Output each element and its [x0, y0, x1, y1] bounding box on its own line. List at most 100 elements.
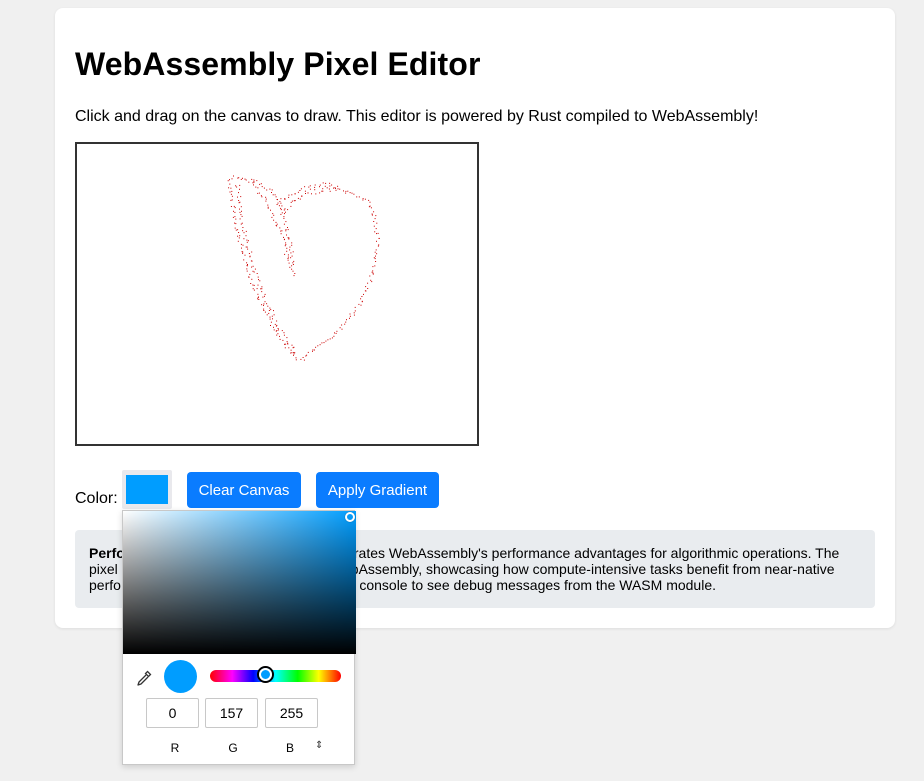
drawn-pixel [302, 357, 304, 358]
drawn-pixel [334, 187, 336, 189]
drawn-pixel [377, 232, 379, 234]
drawn-pixel [299, 198, 301, 200]
drawn-pixel [279, 335, 280, 337]
drawn-pixel [347, 190, 349, 192]
drawn-pixel [247, 248, 249, 250]
drawn-pixel [356, 196, 358, 198]
green-input[interactable]: 157 [205, 698, 258, 728]
drawing-canvas[interactable] [75, 142, 479, 446]
drawn-pixel [250, 283, 252, 284]
drawn-pixel [284, 208, 286, 210]
saturation-area[interactable] [123, 511, 356, 654]
drawn-pixel [237, 229, 239, 231]
drawn-pixel [265, 200, 267, 202]
drawn-pixel [329, 190, 331, 192]
drawn-pixel [293, 346, 295, 348]
drawn-pixel [297, 197, 299, 199]
drawn-pixel [307, 192, 309, 194]
apply-gradient-button[interactable]: Apply Gradient [316, 472, 439, 508]
drawn-pixel [284, 238, 285, 240]
drawn-pixel [269, 307, 271, 309]
eyedropper-icon[interactable] [135, 669, 153, 687]
drawn-pixel [361, 301, 363, 303]
drawn-pixel [373, 225, 375, 227]
drawn-pixel [322, 182, 324, 184]
drawn-pixel [353, 193, 355, 195]
drawn-pixel [277, 202, 279, 204]
drawn-pixel [257, 298, 259, 300]
drawn-pixel [256, 273, 258, 274]
drawn-pixel [372, 273, 374, 275]
drawn-pixel [278, 329, 279, 331]
drawn-pixel [248, 181, 250, 183]
drawn-pixel [349, 315, 351, 317]
red-input[interactable]: 0 [146, 698, 199, 728]
drawn-pixel [293, 353, 295, 355]
drawn-pixel [230, 193, 232, 195]
drawn-pixel [374, 218, 376, 220]
drawn-pixel [242, 227, 244, 228]
drawn-pixel [360, 304, 362, 306]
hue-slider[interactable] [210, 670, 341, 682]
drawn-pixel [263, 304, 264, 306]
drawn-pixel [263, 187, 265, 189]
drawn-pixel [278, 205, 280, 207]
drawn-pixel [261, 286, 263, 288]
color-mode-toggle[interactable]: ⇕ [315, 740, 323, 751]
drawn-pixel [273, 219, 275, 221]
drawn-pixel [337, 185, 339, 187]
drawn-pixel [263, 310, 265, 311]
drawn-pixel [275, 221, 277, 223]
clear-canvas-button[interactable]: Clear Canvas [187, 472, 301, 508]
drawn-pixel [281, 205, 283, 207]
drawn-pixel [260, 183, 262, 185]
drawn-pixel [262, 296, 264, 298]
drawn-pixel [252, 288, 254, 290]
drawn-pixel [270, 309, 272, 311]
drawn-pixel [247, 264, 248, 265]
drawn-pixel [288, 262, 290, 264]
drawn-pixel [289, 246, 291, 248]
drawn-pixel [238, 177, 240, 179]
saturation-handle[interactable] [345, 512, 355, 522]
drawn-pixel [365, 286, 367, 288]
drawn-pixel [280, 202, 282, 204]
drawn-pixel [290, 205, 292, 207]
drawn-pixel [233, 175, 234, 177]
drawn-pixel [353, 314, 355, 316]
drawn-pixel [328, 188, 330, 190]
drawn-pixel [287, 259, 289, 261]
drawn-pixel [294, 273, 296, 274]
drawn-pixel [291, 265, 293, 267]
drawn-pixel [275, 196, 277, 198]
drawn-pixel [277, 333, 279, 335]
drawn-pixel [315, 193, 317, 195]
drawn-pixel [285, 244, 287, 246]
drawn-pixel [284, 245, 286, 247]
drawn-pixel [286, 234, 287, 236]
drawn-pixel [272, 194, 274, 196]
drawn-pixel [325, 182, 327, 184]
drawn-pixel [257, 192, 259, 194]
drawn-pixel [345, 190, 347, 192]
drawn-pixel [240, 243, 242, 245]
hue-handle[interactable] [257, 666, 274, 683]
drawn-pixel [292, 264, 294, 265]
drawn-pixel [257, 293, 259, 295]
drawn-pixel [293, 200, 295, 202]
drawn-pixel [322, 190, 324, 192]
drawn-pixel [251, 178, 253, 180]
drawn-pixel [247, 240, 249, 242]
drawn-pixel [284, 253, 286, 255]
drawn-pixel [251, 278, 253, 280]
drawn-pixel [376, 253, 378, 255]
color-preview [164, 660, 197, 693]
page-description: Click and drag on the canvas to draw. Th… [75, 108, 759, 125]
color-input[interactable] [122, 470, 172, 509]
drawn-pixel [365, 290, 367, 292]
drawn-pixel [313, 349, 315, 351]
blue-input[interactable]: 255 [265, 698, 318, 728]
drawn-pixel [273, 314, 275, 316]
drawn-pixel [291, 268, 293, 270]
drawn-pixel [307, 351, 309, 353]
